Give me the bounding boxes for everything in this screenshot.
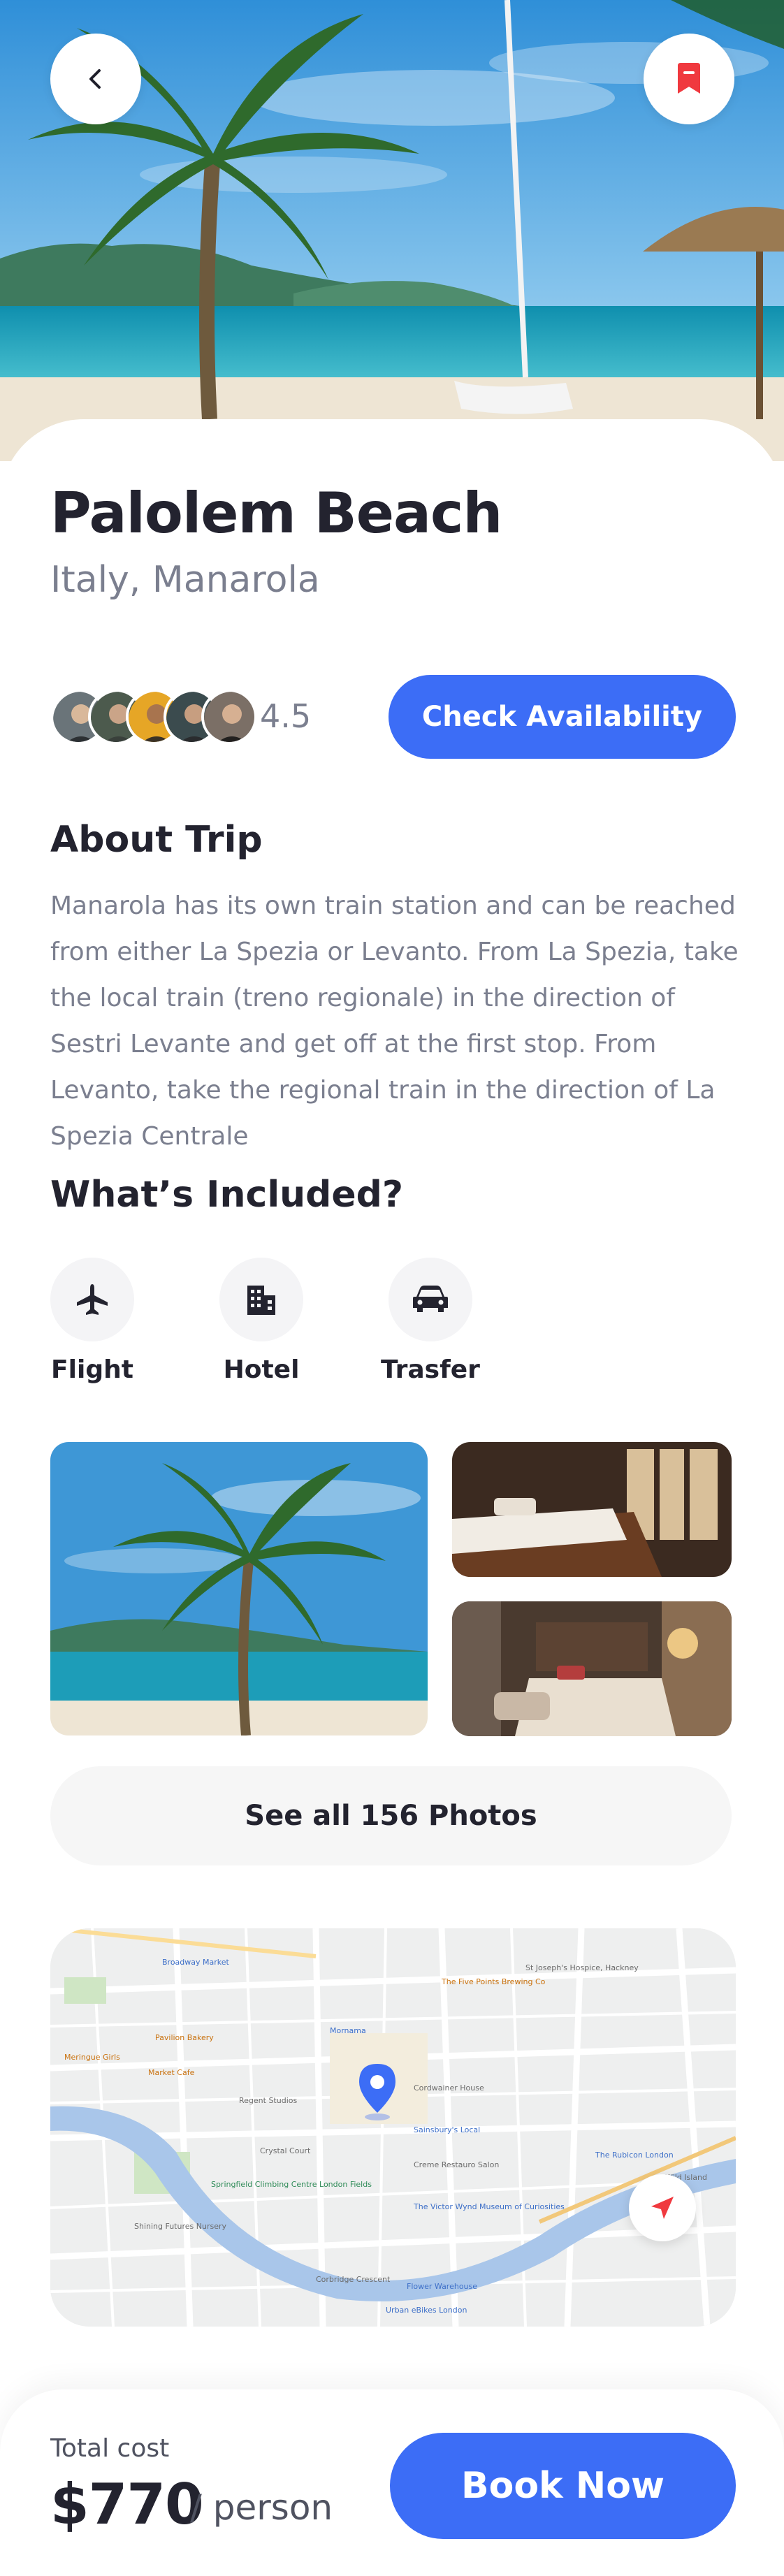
- avatar: [201, 689, 257, 745]
- map-label: Springfield Climbing Centre London Field…: [211, 2180, 372, 2189]
- gallery-photo-beach[interactable]: [50, 1442, 428, 1735]
- price-unit: / person: [190, 2487, 333, 2528]
- included-item-hotel[interactable]: Hotel: [205, 1258, 317, 1384]
- check-availability-button[interactable]: Check Availability: [389, 675, 736, 759]
- whats-included-heading: What’s Included?: [50, 1174, 404, 1216]
- building-icon: [247, 1286, 275, 1315]
- bookmark-button[interactable]: [644, 34, 734, 124]
- included-label: Hotel: [223, 1355, 300, 1384]
- map-label: Flower Warehouse: [407, 2282, 478, 2291]
- map-label: Crystal Court: [260, 2146, 311, 2155]
- map-label: Pavilion Bakery: [155, 2033, 214, 2042]
- map-label: The Victor Wynd Museum of Curiosities: [414, 2202, 565, 2211]
- map-label: Corbridge Crescent: [316, 2275, 391, 2284]
- map-label: The Rubicon London: [595, 2151, 674, 2160]
- traveler-avatars: [50, 689, 257, 745]
- gallery-photo-hotel-room[interactable]: [452, 1442, 732, 1577]
- location-map[interactable]: Broadway Market The Five Points Brewing …: [50, 1928, 736, 2327]
- car-icon: [413, 1286, 448, 1312]
- included-icon-circle: [219, 1258, 303, 1341]
- map-label: Market Cafe: [148, 2068, 195, 2077]
- navigation-arrow-icon: [651, 2197, 674, 2219]
- about-trip-text: Manarola has its own train station and c…: [50, 892, 739, 1151]
- map-label: Mornama: [330, 2026, 366, 2035]
- map-label: Urban eBikes London: [386, 2306, 467, 2315]
- included-item-transfer[interactable]: Trasfer: [375, 1258, 486, 1384]
- gallery-photo-hotel-suite[interactable]: [452, 1601, 732, 1736]
- map-label: Cordwainer House: [414, 2083, 484, 2093]
- map-label: Creme Restauro Salon: [414, 2160, 500, 2169]
- back-button[interactable]: [50, 34, 141, 124]
- map-label: Broadway Market: [162, 1958, 229, 1967]
- included-icon-circle: [389, 1258, 472, 1341]
- map-label: St Joseph's Hospice, Hackney: [525, 1963, 639, 1972]
- bookmark-icon: [678, 63, 700, 94]
- included-label: Trasfer: [381, 1355, 480, 1384]
- navigate-button[interactable]: [629, 2174, 696, 2241]
- map-label: Shining Futures Nursery: [134, 2222, 226, 2231]
- total-cost-label: Total cost: [50, 2434, 170, 2463]
- map-label: Meringue Girls: [64, 2053, 120, 2062]
- book-now-button[interactable]: Book Now: [390, 2433, 736, 2539]
- place-title: Palolem Beach: [50, 481, 502, 546]
- airplane-icon: [77, 1284, 108, 1315]
- included-item-flight[interactable]: Flight: [36, 1258, 148, 1384]
- location-pin-icon: [359, 2064, 395, 2120]
- map-label: The Five Points Brewing Co: [442, 1977, 546, 1986]
- place-location: Italy, Manarola: [50, 559, 320, 601]
- map-label: Regent Studios: [239, 2096, 298, 2105]
- map-label: Sainsbury's Local: [414, 2125, 481, 2134]
- about-trip-heading: About Trip: [50, 819, 263, 861]
- total-price: $770: [50, 2472, 204, 2537]
- see-all-photos-button[interactable]: See all 156 Photos: [50, 1766, 732, 1865]
- included-label: Flight: [51, 1355, 133, 1384]
- chevron-left-icon: [89, 69, 101, 89]
- rating-value: 4.5: [260, 697, 312, 735]
- included-icon-circle: [50, 1258, 134, 1341]
